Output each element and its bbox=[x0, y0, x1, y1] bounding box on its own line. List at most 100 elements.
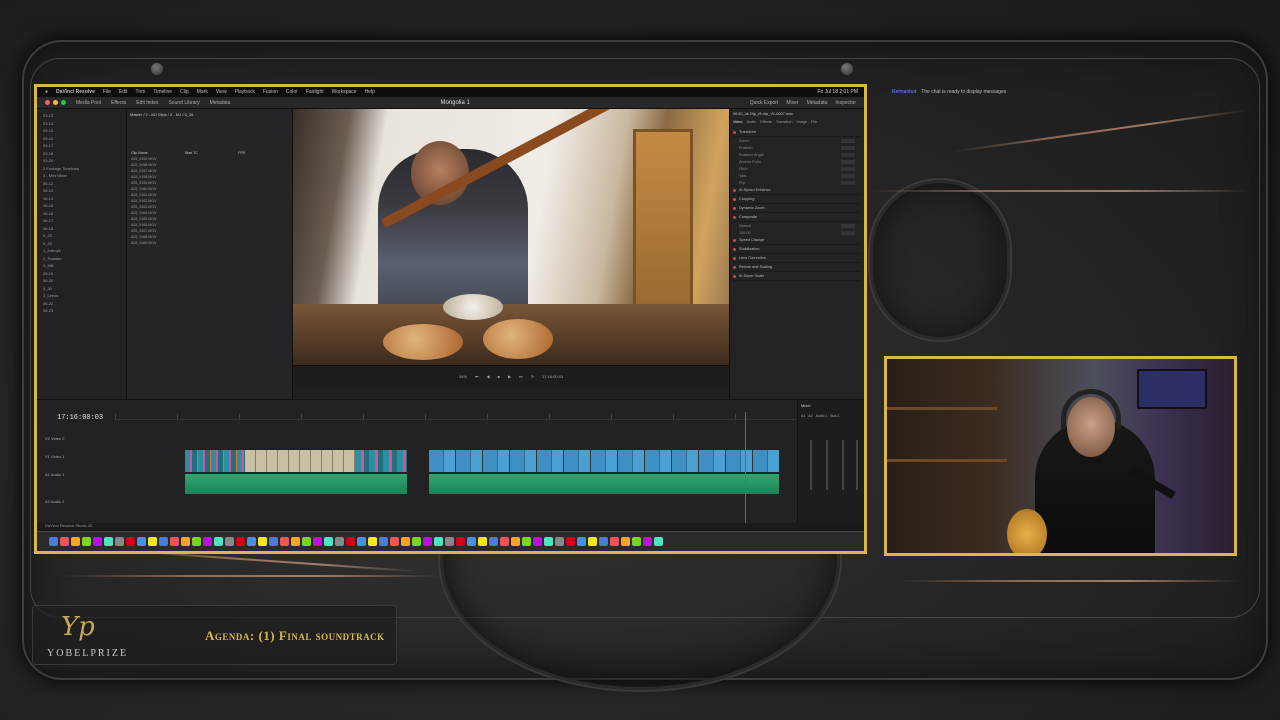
section-speed-change[interactable]: Speed Change bbox=[733, 236, 861, 245]
menu-fairlight[interactable]: Fairlight bbox=[306, 89, 324, 95]
fader-bus1[interactable] bbox=[856, 440, 858, 490]
track-v2[interactable]: V2 Video 2 bbox=[45, 436, 65, 445]
section-ai-speed-enhance[interactable]: AI Speed Enhance bbox=[733, 186, 861, 195]
toolbar-inspector[interactable]: Inspector bbox=[835, 100, 856, 106]
dock-app-icon[interactable] bbox=[291, 537, 300, 546]
menu-file[interactable]: File bbox=[103, 89, 111, 95]
dock-app-icon[interactable] bbox=[335, 537, 344, 546]
toolbar-metadata[interactable]: Metadata bbox=[807, 100, 828, 106]
col-clip-name[interactable]: Clip Name bbox=[131, 151, 185, 155]
menu-color[interactable]: Color bbox=[286, 89, 298, 95]
viewer-zoom[interactable]: 34% bbox=[459, 374, 467, 379]
sidebar-bin-item[interactable]: 06-23 bbox=[43, 308, 120, 316]
sidebar-bin-item[interactable]: 03-13 bbox=[43, 113, 120, 121]
sidebar-bin-item[interactable]: 06-15 bbox=[43, 203, 120, 211]
tab-file[interactable]: File bbox=[811, 120, 817, 128]
dock-app-icon[interactable] bbox=[379, 537, 388, 546]
zoom-window-icon[interactable] bbox=[61, 100, 66, 105]
menu-timeline[interactable]: Timeline bbox=[153, 89, 172, 95]
fader-a2[interactable] bbox=[826, 440, 828, 490]
loop-icon[interactable]: ⟳ bbox=[531, 374, 534, 379]
dock-app-icon[interactable] bbox=[511, 537, 520, 546]
dock-app-icon[interactable] bbox=[588, 537, 597, 546]
sidebar-bin-item[interactable]: 06-20 bbox=[43, 278, 120, 286]
skip-back-icon[interactable]: ⏮ bbox=[475, 374, 479, 379]
tab-transition[interactable]: Transition bbox=[776, 120, 793, 128]
sidebar-bin-item[interactable]: 03-18 bbox=[43, 151, 120, 159]
section-lens-correction[interactable]: Lens Correction bbox=[733, 254, 861, 263]
toolbar-mixer[interactable]: Mixer bbox=[786, 100, 798, 106]
close-window-icon[interactable] bbox=[45, 100, 50, 105]
sidebar-bin-item[interactable]: 03-17 bbox=[43, 143, 120, 151]
playhead[interactable] bbox=[745, 412, 746, 524]
track-a1[interactable]: A1 Audio 1 bbox=[45, 472, 65, 481]
dock-app-icon[interactable] bbox=[478, 537, 487, 546]
sidebar-bin-item[interactable]: 2 Footage Timelines bbox=[43, 166, 120, 174]
field-zoom[interactable]: Zoom bbox=[733, 137, 861, 144]
dock-app-icon[interactable] bbox=[390, 537, 399, 546]
section-dynamic-zoom[interactable]: Dynamic Zoom bbox=[733, 204, 861, 213]
dock-app-icon[interactable] bbox=[148, 537, 157, 546]
menu-trim[interactable]: Trim bbox=[136, 89, 146, 95]
tab-image[interactable]: Image bbox=[796, 120, 807, 128]
col-start-tc[interactable]: Start TC bbox=[185, 151, 239, 155]
dock-app-icon[interactable] bbox=[192, 537, 201, 546]
dock-app-icon[interactable] bbox=[643, 537, 652, 546]
dock-app-icon[interactable] bbox=[522, 537, 531, 546]
audio-clip-group-2[interactable] bbox=[429, 474, 779, 494]
dock-app-icon[interactable] bbox=[456, 537, 465, 546]
dock-app-icon[interactable] bbox=[225, 537, 234, 546]
field-opacity[interactable]: 100.00 bbox=[733, 229, 861, 236]
sidebar-bin-item[interactable]: 06-22 bbox=[43, 301, 120, 309]
dock-app-icon[interactable] bbox=[654, 537, 663, 546]
dock-app-icon[interactable] bbox=[313, 537, 322, 546]
dock-app-icon[interactable] bbox=[533, 537, 542, 546]
dock-app-icon[interactable] bbox=[126, 537, 135, 546]
dock-app-icon[interactable] bbox=[346, 537, 355, 546]
play-icon[interactable]: ▶ bbox=[508, 374, 511, 379]
dock-app-icon[interactable] bbox=[467, 537, 476, 546]
dock-app-icon[interactable] bbox=[412, 537, 421, 546]
dock-app-icon[interactable] bbox=[368, 537, 377, 546]
dock-app-icon[interactable] bbox=[269, 537, 278, 546]
toolbar-sound-library[interactable]: Sound Library bbox=[168, 100, 199, 106]
menu-view[interactable]: View bbox=[216, 89, 227, 95]
field-pitch[interactable]: Pitch bbox=[733, 165, 861, 172]
sidebar-bin-item[interactable]: 3 - Mini Mixer bbox=[43, 173, 120, 181]
fader-audio1[interactable] bbox=[842, 440, 844, 490]
dock-app-icon[interactable] bbox=[258, 537, 267, 546]
dock-app-icon[interactable] bbox=[93, 537, 102, 546]
field-flip[interactable]: Flip bbox=[733, 179, 861, 186]
dock-app-icon[interactable] bbox=[280, 537, 289, 546]
track-v1[interactable]: V1 Video 1 bbox=[45, 454, 65, 463]
toolbar-edit-index[interactable]: Edit Index bbox=[136, 100, 158, 106]
dock-app-icon[interactable] bbox=[82, 537, 91, 546]
dock-app-icon[interactable] bbox=[49, 537, 58, 546]
section-composite[interactable]: Composite bbox=[733, 213, 861, 222]
dock-app-icon[interactable] bbox=[445, 537, 454, 546]
dock-app-icon[interactable] bbox=[401, 537, 410, 546]
dock-app-icon[interactable] bbox=[137, 537, 146, 546]
dock-app-icon[interactable] bbox=[247, 537, 256, 546]
audio-clip-group-1[interactable] bbox=[185, 474, 407, 494]
toolbar-metadata-left[interactable]: Metadata bbox=[210, 100, 231, 106]
dock-app-icon[interactable] bbox=[71, 537, 80, 546]
skip-forward-icon[interactable]: ⏭ bbox=[519, 374, 523, 379]
track-a2[interactable]: A2 Audio 2 bbox=[45, 499, 65, 508]
field-yaw[interactable]: Yaw bbox=[733, 172, 861, 179]
dock-app-icon[interactable] bbox=[577, 537, 586, 546]
dock-app-icon[interactable] bbox=[214, 537, 223, 546]
video-clip-group-3[interactable] bbox=[355, 450, 407, 472]
apple-icon[interactable]: ● bbox=[45, 89, 48, 95]
dock-app-icon[interactable] bbox=[555, 537, 564, 546]
dock-app-icon[interactable] bbox=[324, 537, 333, 546]
dock-app-icon[interactable] bbox=[104, 537, 113, 546]
sidebar-bin-item[interactable]: 1_Kalmyk bbox=[43, 248, 120, 256]
menu-mark[interactable]: Mark bbox=[197, 89, 208, 95]
dock-app-icon[interactable] bbox=[500, 537, 509, 546]
dock-app-icon[interactable] bbox=[159, 537, 168, 546]
dock-app-icon[interactable] bbox=[60, 537, 69, 546]
tab-video[interactable]: Video bbox=[733, 120, 743, 128]
sidebar-bin-item[interactable]: 03-20 bbox=[43, 158, 120, 166]
timeline-ruler[interactable] bbox=[115, 414, 795, 420]
